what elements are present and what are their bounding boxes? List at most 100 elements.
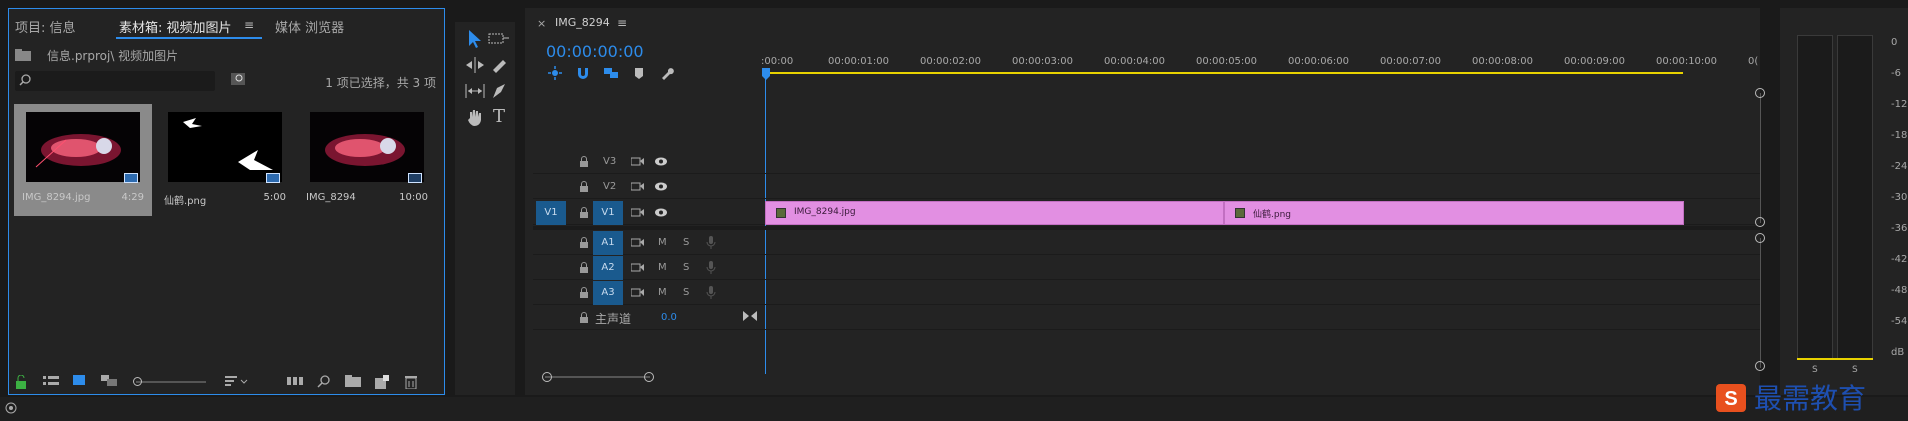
tab-project[interactable]: 项目: 信息 — [15, 17, 76, 36]
eye-icon[interactable] — [654, 156, 668, 167]
panel-menu-icon[interactable]: ≡ — [244, 18, 254, 32]
scrollbar-handle[interactable] — [1755, 217, 1765, 227]
solo-button[interactable]: S — [683, 287, 689, 298]
video-badge-icon — [266, 173, 280, 183]
sync-lock-icon[interactable] — [631, 181, 645, 192]
timeline-clip[interactable]: IMG_8294.jpg — [765, 201, 1224, 225]
hand-tool-icon[interactable] — [463, 106, 487, 128]
sync-lock-icon[interactable] — [631, 262, 645, 273]
lock-icon[interactable] — [579, 207, 589, 218]
go-to-edges-icon[interactable] — [743, 310, 757, 322]
scrollbar-handle-left[interactable] — [542, 372, 552, 382]
project-item-1[interactable]: IMG_8294.jpg 4:29 — [14, 104, 152, 216]
db-label: -18 — [1891, 130, 1908, 141]
master-volume-value[interactable]: 0.0 — [661, 312, 677, 323]
master-track-label: 主声道 — [595, 312, 632, 326]
timeline-clip[interactable]: 仙鹤.png — [1224, 201, 1684, 225]
solo-button[interactable]: S — [1812, 365, 1818, 375]
svg-text:S: S — [1724, 388, 1737, 410]
scrollbar-handle[interactable] — [1755, 88, 1765, 98]
lock-icon[interactable] — [579, 262, 589, 273]
time-ruler[interactable]: :00:00 00:00:01:00 00:00:02:00 00:00:03:… — [761, 46, 1758, 76]
find-icon[interactable] — [317, 375, 333, 389]
lock-icon[interactable] — [15, 375, 31, 389]
freeform-view-icon[interactable] — [101, 375, 117, 389]
automate-to-sequence-icon[interactable] — [287, 375, 303, 389]
project-item-3[interactable]: IMG_8294 10:00 — [298, 104, 436, 216]
mute-button[interactable]: M — [658, 287, 667, 298]
wrench-icon[interactable] — [659, 65, 675, 81]
microphone-icon[interactable] — [706, 286, 716, 299]
project-item-2[interactable]: 仙鹤.png 5:00 — [156, 104, 294, 216]
tab-bin[interactable]: 素材箱: 视频加图片 — [119, 17, 232, 36]
playhead-timecode[interactable]: 00:00:00:00 — [546, 42, 644, 61]
scrollbar-handle-right[interactable] — [644, 372, 654, 382]
track-target-v1[interactable]: V1 — [593, 201, 623, 225]
db-label: dB — [1891, 347, 1905, 358]
video-vertical-scrollbar[interactable] — [1760, 93, 1761, 223]
trash-icon[interactable] — [405, 375, 421, 389]
slip-tool-icon[interactable] — [463, 80, 487, 102]
ruler-tick: 00:00:07:00 — [1380, 56, 1442, 67]
lock-icon[interactable] — [579, 287, 589, 298]
lock-icon[interactable] — [579, 181, 589, 192]
horizontal-zoom-scrollbar[interactable] — [545, 376, 650, 378]
track-select-tool-icon[interactable] — [487, 28, 511, 50]
microphone-icon[interactable] — [706, 261, 716, 274]
solo-button[interactable]: S — [683, 237, 689, 248]
linked-selection-icon[interactable] — [603, 65, 619, 81]
audio-vertical-scrollbar[interactable] — [1760, 238, 1761, 368]
source-patch-v1[interactable]: V1 — [536, 201, 566, 225]
solo-button[interactable]: S — [1852, 365, 1858, 375]
selection-tool-icon[interactable] — [463, 28, 487, 50]
tab-media-browser[interactable]: 媒体 浏览器 — [275, 17, 344, 36]
svg-text:最需教育: 最需教育 — [1754, 382, 1866, 415]
track-target-a3[interactable]: A3 — [593, 281, 623, 305]
scrollbar-handle[interactable] — [1755, 233, 1765, 243]
video-audio-divider[interactable] — [533, 226, 1760, 230]
add-marker-icon[interactable] — [631, 65, 647, 81]
zoom-slider[interactable] — [136, 381, 206, 383]
db-label: 0 — [1891, 37, 1898, 48]
thumbnail-image — [310, 112, 424, 182]
new-bin-icon[interactable] — [345, 375, 361, 389]
scrollbar-handle[interactable] — [1755, 361, 1765, 371]
playhead-handle-icon[interactable] — [762, 68, 770, 80]
track-target-a2[interactable]: A2 — [593, 256, 623, 280]
track-target-a1[interactable]: A1 — [593, 231, 623, 255]
search-icon — [19, 74, 31, 86]
eye-icon[interactable] — [654, 207, 668, 218]
find-icon[interactable] — [231, 73, 245, 85]
pen-tool-icon[interactable] — [487, 80, 511, 102]
sync-lock-icon[interactable] — [631, 237, 645, 248]
ruler-tick: 00:00:10:00 — [1656, 56, 1718, 67]
sync-lock-icon[interactable] — [631, 287, 645, 298]
track-row-v2: V2 — [533, 175, 1760, 199]
mute-button[interactable]: M — [658, 262, 667, 273]
sequence-tab[interactable]: IMG_8294 — [555, 16, 610, 29]
type-tool-icon[interactable]: T — [487, 106, 511, 128]
lock-icon[interactable] — [579, 237, 589, 248]
nest-toggle-icon[interactable] — [547, 65, 563, 81]
close-icon[interactable]: × — [537, 17, 546, 30]
new-item-icon[interactable] — [375, 375, 391, 389]
panel-menu-icon[interactable]: ≡ — [617, 16, 627, 30]
lock-icon[interactable] — [579, 312, 589, 323]
zoom-slider-handle[interactable] — [133, 377, 142, 386]
list-view-icon[interactable] — [43, 375, 59, 389]
lock-icon[interactable] — [579, 156, 589, 167]
eye-icon[interactable] — [654, 181, 668, 192]
ripple-edit-tool-icon[interactable] — [463, 54, 487, 76]
sort-icon[interactable] — [225, 375, 248, 389]
microphone-icon[interactable] — [706, 236, 716, 249]
icon-view-icon[interactable] — [73, 375, 89, 389]
solo-button[interactable]: S — [683, 262, 689, 273]
razor-tool-icon[interactable] — [487, 54, 511, 76]
mute-button[interactable]: M — [658, 237, 667, 248]
sync-lock-icon[interactable] — [631, 156, 645, 167]
work-area-bar[interactable] — [765, 72, 1683, 74]
db-label: -12 — [1891, 99, 1908, 110]
sync-lock-icon[interactable] — [631, 207, 645, 218]
snap-icon[interactable] — [575, 65, 591, 81]
search-input[interactable] — [15, 71, 215, 91]
